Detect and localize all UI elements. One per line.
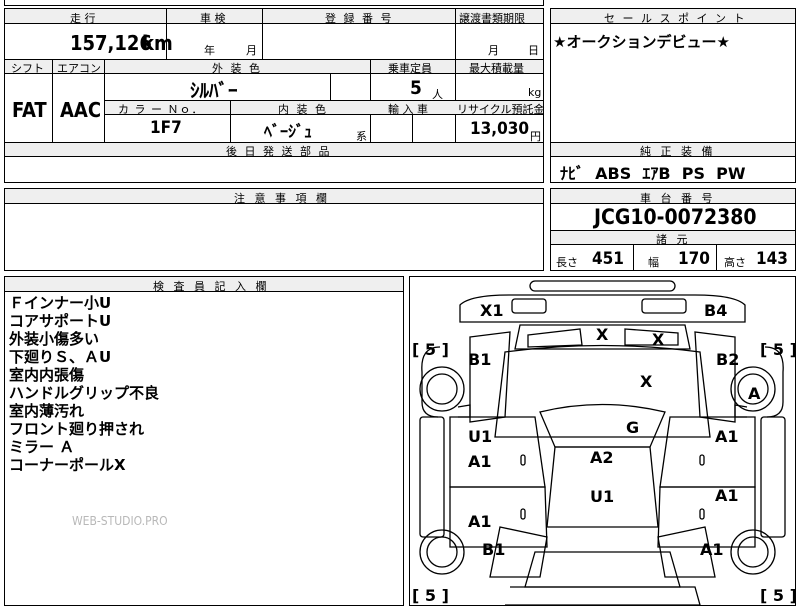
chassis-label: 車 台 番 号 [640,192,716,205]
chassis-value: JCG10-0072380 [594,205,757,229]
capacity-value: 5 [410,77,422,99]
height-label: 高さ [724,256,746,269]
note-8: フロント廻り押され [9,420,145,438]
sales-point-text: ★オークションデビュー★ [553,33,730,51]
interior-label: 内 装 色 [278,103,328,116]
inspection-month: 月 [246,44,257,57]
exterior-value: ｼﾙﾊﾞｰ [190,80,238,102]
capacity-label: 乗車定員 [388,62,432,75]
recycle-value: 13,030 [470,119,530,139]
transfer-month: 月 [488,44,499,57]
registration-label: 登 録 番 号 [325,12,394,25]
exterior-label: 外 装 色 [212,62,262,75]
note-9: ミラー Ａ [9,438,75,456]
length-value: 451 [592,249,624,269]
specs-label: 諸 元 [656,233,691,246]
note-2: コアサポートU [9,312,112,330]
mark-door-fr: A1 [715,427,739,446]
height-value: 143 [756,249,788,269]
car-diagram: [ 5 ] [ 5 ] [ 5 ] [ 5 ] X1 B4 X X X B1 B… [412,280,795,605]
mark-hood-center: X [640,372,653,391]
mark-windshield: G [626,418,639,437]
top-strip [4,0,544,6]
note-3: 外装小傷多い [9,330,100,348]
shift-value: FAT [12,98,47,122]
width-label: 幅 [648,256,659,269]
tire-fr: [ 5 ] [760,340,795,359]
inspection-year: 年 [204,44,215,57]
note-1: Ｆインナー小U [9,294,112,312]
mark-roof: A2 [590,448,614,467]
transfer-label: 譲渡書類期限 [459,12,525,25]
mark-wheel-fr: A [748,384,761,403]
genuine-label: 純 正 装 備 [640,145,716,158]
tire-rr: [ 5 ] [760,586,795,605]
color-no-label: カ ラ ー Ｎｏ． [118,103,204,116]
sales-point-label: セ ー ル ス ポ イ ン ト [604,12,747,25]
note-4: 下廻りＳ、ＡU [9,348,112,366]
aircon-label: エアコン [57,62,101,75]
length-label: 長さ [556,256,578,269]
notice-label: 注 意 事 項 欄 [234,192,330,205]
tire-fl: [ 5 ] [412,340,449,359]
transfer-day: 日 [528,44,539,57]
note-6: ハンドルグリップ不良 [9,384,160,402]
mark-door-rl: A1 [468,512,492,531]
mark-fender-rr: A1 [700,540,724,559]
mark-front-right: B4 [704,301,727,320]
note-7: 室内薄汚れ [9,402,85,420]
mileage-label: 走 行 [70,12,96,25]
width-value: 170 [678,249,710,269]
tire-rl: [ 5 ] [412,586,449,605]
note-5: 室内内張傷 [9,366,85,384]
mark-door-rr: A1 [715,486,739,505]
mark-front-left: X1 [480,301,503,320]
mark-door-fl-bot: A1 [468,452,492,471]
mark-door-fl-top: U1 [468,427,492,446]
inspector-label: 検 査 員 記 入 欄 [153,280,270,293]
max-load-label: 最大積載量 [469,62,524,75]
mark-roof-rear: U1 [590,487,614,506]
color-no-value: 1F7 [150,118,182,138]
interior-value: ﾍﾞｰｼﾞｭ [264,122,313,141]
later-parts-label: 後 日 発 送 部 品 [226,145,332,158]
inspector-notes: Ｆインナー小U コアサポートU 外装小傷多い 下廻りＳ、ＡU 室内内張傷 ハンド… [9,294,159,474]
mark-fender-fl: B1 [468,350,491,369]
note-10: コーナーポールX [9,456,126,474]
mark-fender-rl: B1 [482,540,505,559]
import-label: 輸 入 車 [388,103,428,116]
genuine-text: ﾅﾋﾞ ABS ｴｱB PS PW [560,164,746,183]
mileage-unit: km [142,31,173,55]
aircon-value: AAC [60,98,102,122]
mark-hood-right: X [652,330,665,349]
max-load-unit: kg [528,86,542,99]
inspection-label: 車 検 [200,12,226,25]
mileage-value: 157,126 [70,31,152,55]
mark-hood-left: X [596,325,609,344]
mark-fender-fr: B2 [716,350,739,369]
recycle-label: リサイクル預託金 [457,103,545,116]
watermark: WEB-STUDIO.PRO [72,514,168,528]
shift-label: シフト [11,62,44,75]
